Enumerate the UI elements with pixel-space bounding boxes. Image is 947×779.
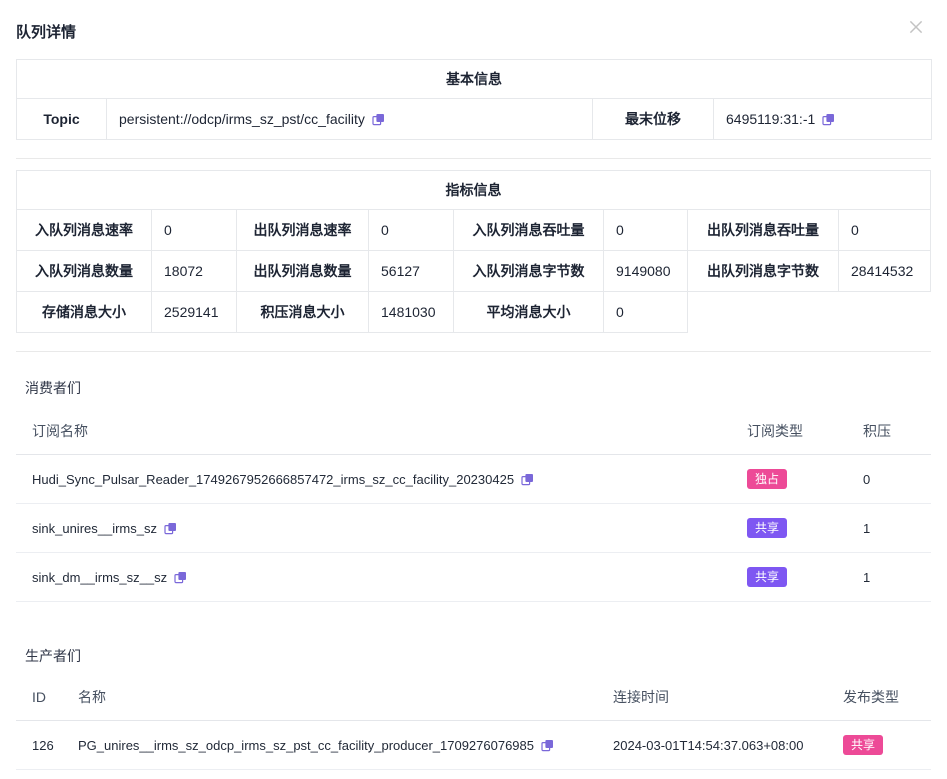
producer-id: 185 bbox=[16, 770, 70, 779]
basic-info-table: 基本信息 Topic persistent://odcp/irms_sz_pst… bbox=[16, 59, 932, 140]
connect-time: 2024-03-01T14:54:37.063+08:00 bbox=[605, 721, 835, 770]
metric-label: 入队列消息吞吐量 bbox=[454, 210, 604, 251]
column-header-backlog: 积压 bbox=[855, 408, 931, 455]
metric-label: 出队列消息吞吐量 bbox=[688, 210, 839, 251]
backlog-value: 1 bbox=[855, 553, 931, 602]
copy-icon[interactable] bbox=[174, 571, 187, 584]
metric-value: 0 bbox=[839, 210, 931, 251]
empty-cell bbox=[688, 292, 931, 333]
column-header-connect-time: 连接时间 bbox=[605, 674, 835, 721]
topic-label: Topic bbox=[17, 99, 107, 140]
metrics-header: 指标信息 bbox=[17, 171, 931, 210]
metric-label: 出队列消息数量 bbox=[237, 251, 369, 292]
metric-label: 入队列消息数量 bbox=[17, 251, 152, 292]
producers-section-title: 生产者们 bbox=[25, 646, 947, 666]
close-icon[interactable] bbox=[907, 18, 925, 36]
producers-table: ID 名称 连接时间 发布类型 126 PG_unires__irms_sz_o… bbox=[16, 674, 931, 779]
metric-label: 存储消息大小 bbox=[17, 292, 152, 333]
consumers-table: 订阅名称 订阅类型 积压 Hudi_Sync_Pulsar_Reader_174… bbox=[16, 408, 931, 602]
metric-value: 0 bbox=[604, 292, 688, 333]
metric-value: 28414532 bbox=[839, 251, 931, 292]
metrics-table: 指标信息 入队列消息速率 0 出队列消息速率 0 入队列消息吞吐量 0 出队列消… bbox=[16, 170, 931, 333]
last-offset-label: 最末位移 bbox=[593, 99, 714, 140]
topic-value: persistent://odcp/irms_sz_pst/cc_facilit… bbox=[107, 99, 593, 140]
column-header-subscription-name: 订阅名称 bbox=[16, 408, 739, 455]
metric-value: 56127 bbox=[369, 251, 454, 292]
column-header-name: 名称 bbox=[70, 674, 605, 721]
metric-value: 9149080 bbox=[604, 251, 688, 292]
metric-value: 2529141 bbox=[152, 292, 237, 333]
table-row: 185 PG_unires__irms_sz_odcp_irms_sz_pst_… bbox=[16, 770, 931, 779]
last-offset-value: 6495119:31:-1 bbox=[714, 99, 932, 140]
subscription-type-badge: 独占 bbox=[747, 469, 787, 489]
table-row: 入队列消息速率 0 出队列消息速率 0 入队列消息吞吐量 0 出队列消息吞吐量 … bbox=[17, 210, 931, 251]
subscription-name: Hudi_Sync_Pulsar_Reader_1749267952666857… bbox=[16, 455, 739, 504]
connect-time: 2024-03-03T22:07:46.918+08:00 bbox=[605, 770, 835, 779]
copy-icon[interactable] bbox=[164, 522, 177, 535]
publish-type-badge: 共享 bbox=[843, 735, 883, 755]
copy-icon[interactable] bbox=[521, 473, 534, 486]
metric-value: 0 bbox=[152, 210, 237, 251]
producer-name: PG_unires__irms_sz_odcp_irms_sz_pst_cc_f… bbox=[70, 721, 605, 770]
column-header-publish-type: 发布类型 bbox=[835, 674, 931, 721]
metric-label: 平均消息大小 bbox=[454, 292, 604, 333]
metric-value: 0 bbox=[369, 210, 454, 251]
divider bbox=[16, 351, 931, 352]
copy-icon[interactable] bbox=[372, 113, 385, 126]
basic-info-header: 基本信息 bbox=[17, 60, 932, 99]
copy-icon[interactable] bbox=[822, 113, 835, 126]
table-row: 126 PG_unires__irms_sz_odcp_irms_sz_pst_… bbox=[16, 721, 931, 770]
page-title: 队列详情 bbox=[16, 21, 76, 42]
table-row: 入队列消息数量 18072 出队列消息数量 56127 入队列消息字节数 914… bbox=[17, 251, 931, 292]
backlog-value: 1 bbox=[855, 504, 931, 553]
metric-value: 1481030 bbox=[369, 292, 454, 333]
copy-icon[interactable] bbox=[541, 739, 554, 752]
metric-label: 出队列消息速率 bbox=[237, 210, 369, 251]
metric-label: 入队列消息速率 bbox=[17, 210, 152, 251]
producer-id: 126 bbox=[16, 721, 70, 770]
metric-value: 0 bbox=[604, 210, 688, 251]
table-row: Topic persistent://odcp/irms_sz_pst/cc_f… bbox=[17, 99, 932, 140]
table-row: 存储消息大小 2529141 积压消息大小 1481030 平均消息大小 0 bbox=[17, 292, 931, 333]
consumers-section-title: 消费者们 bbox=[25, 378, 947, 398]
table-row: Hudi_Sync_Pulsar_Reader_1749267952666857… bbox=[16, 455, 931, 504]
metric-label: 出队列消息字节数 bbox=[688, 251, 839, 292]
backlog-value: 0 bbox=[855, 455, 931, 504]
metric-value: 18072 bbox=[152, 251, 237, 292]
column-header-id: ID bbox=[16, 674, 70, 721]
metric-label: 积压消息大小 bbox=[237, 292, 369, 333]
subscription-name: sink_dm__irms_sz__sz bbox=[16, 553, 739, 602]
metric-label: 入队列消息字节数 bbox=[454, 251, 604, 292]
subscription-name: sink_unires__irms_sz bbox=[16, 504, 739, 553]
divider bbox=[16, 158, 931, 159]
table-row: sink_unires__irms_sz 共享 1 bbox=[16, 504, 931, 553]
producer-name: PG_unires__irms_sz_odcp_irms_sz_pst_cc_f… bbox=[70, 770, 605, 779]
column-header-subscription-type: 订阅类型 bbox=[739, 408, 855, 455]
table-row: sink_dm__irms_sz__sz 共享 1 bbox=[16, 553, 931, 602]
subscription-type-badge: 共享 bbox=[747, 567, 787, 587]
subscription-type-badge: 共享 bbox=[747, 518, 787, 538]
dialog-header: 队列详情 bbox=[0, 0, 947, 42]
